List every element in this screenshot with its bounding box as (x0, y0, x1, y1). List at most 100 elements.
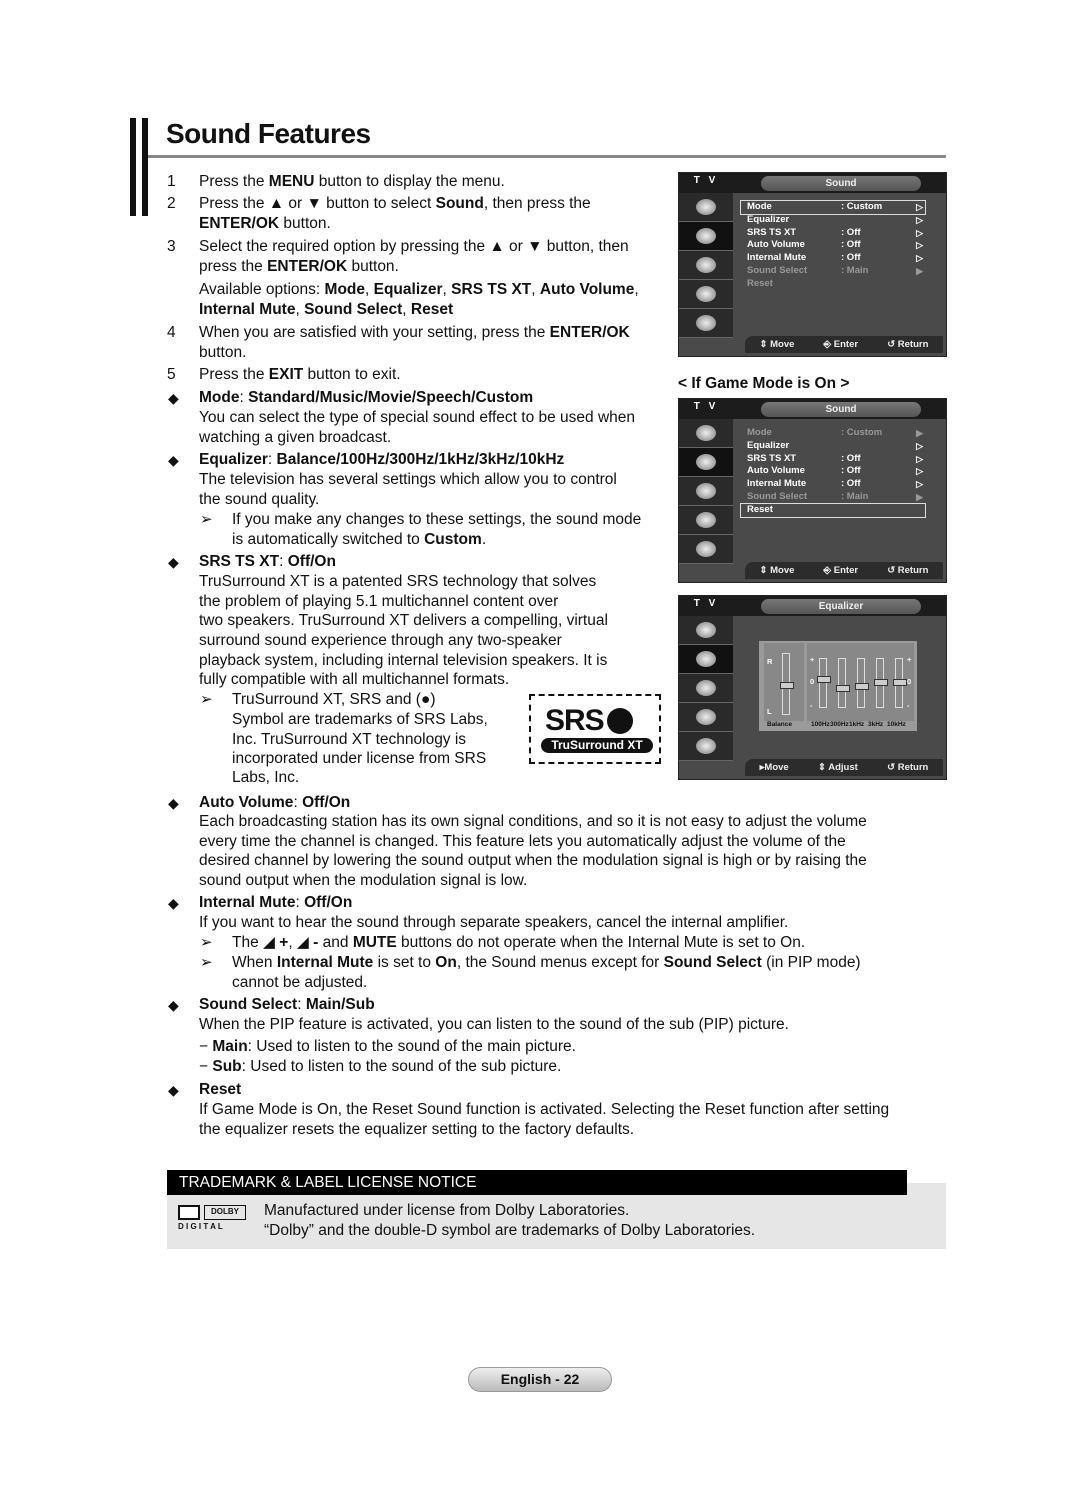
section-heading: Auto Volume: Off/On (199, 794, 351, 811)
sidebar-setup-icon (679, 703, 733, 732)
slider-knob (874, 678, 888, 686)
menu-item-label: Reset (747, 503, 773, 515)
menu-item-value: : Off (841, 452, 861, 464)
section-text: surround sound experience through any tw… (199, 632, 562, 649)
section-text: fully compatible with all multichannel f… (199, 671, 510, 688)
section-heading: Equalizer: Balance/100Hz/300Hz/1kHz/3kHz… (199, 451, 565, 468)
balance-label: Balance (767, 721, 792, 728)
bullet-diamond-icon: ◆ (168, 452, 179, 468)
note-arrow-icon: ➢ (200, 954, 213, 971)
section-text: TruSurround XT is a patented SRS technol… (199, 573, 597, 590)
bullet-diamond-icon: ◆ (168, 390, 179, 406)
slider-knob (780, 682, 794, 689)
footer-hint: ↺ Return (887, 339, 929, 350)
arrow-right-icon: ▶ (916, 265, 923, 276)
plus-label: + (907, 655, 912, 664)
sidebar-setup-icon (679, 280, 733, 309)
band-slider (874, 658, 888, 708)
menu-footer: ▸Move ⇕ Adjust ↺ Return (745, 759, 943, 776)
menu-item-label: Sound Select (747, 264, 808, 276)
plus-label: + (810, 655, 815, 664)
menu-item-label: Sound Select (747, 490, 808, 502)
manual-page: Sound Features 1 Press the MENU button to… (0, 0, 1080, 1486)
menu-sidebar (679, 419, 733, 564)
menu-item-value: : Off (841, 239, 861, 251)
section-text: the equalizer resets the equalizer setti… (199, 1121, 635, 1138)
bands-group: + 0 - + 0 - (807, 643, 914, 721)
bullet-diamond-icon: ◆ (168, 554, 179, 570)
arrow-right-icon: ▷ (916, 453, 923, 464)
slider-knob (817, 675, 831, 683)
notice-line: Manufactured under license from Dolby La… (264, 1202, 630, 1219)
note-text: If you make any changes to these setting… (232, 511, 642, 528)
tv-menu-screenshot: T V Sound Mode: Custom ▷ Equalizer ▷ SRS TS … (678, 172, 947, 357)
menu-item-label: Equalizer (747, 213, 790, 225)
section-text: every time the channel is changed. This … (199, 833, 846, 850)
section-text: desired channel by lowering the sound ou… (199, 852, 867, 869)
menu-item-value: : Main (841, 264, 869, 276)
section-text: − Main: Used to listen to the sound of t… (199, 1038, 576, 1055)
step-number: 3 (167, 238, 176, 255)
sidebar-sound-icon (679, 448, 733, 477)
menu-item: Sound Select : Main ▶ (741, 265, 925, 278)
menu-item-value: : Off (841, 478, 861, 490)
arrow-right-icon: ▷ (916, 479, 923, 490)
tv-menu-screenshot: T V Sound Mode: Custom ▶ Equalizer ▷ SRS TS … (678, 398, 947, 583)
menu-footer: ⇕ Move ⎆ Enter ↺ Return (745, 336, 943, 353)
menu-item-label: Mode (747, 427, 772, 438)
band-label: 300Hz (830, 721, 849, 728)
menu-item-label: SRS TS XT (747, 226, 797, 238)
margin-bar (142, 118, 148, 216)
arrow-right-icon: ▷ (916, 227, 923, 238)
menu-footer: ⇕ Move ⎆ Enter ↺ Return (745, 562, 943, 579)
menu-sidebar (679, 616, 733, 761)
menu-item-value: : Off (841, 465, 861, 477)
note-text: cannot be adjusted. (232, 974, 368, 991)
arrow-right-icon: ▷ (916, 440, 923, 451)
menu-item: Reset (740, 502, 926, 518)
menu-item-label: Internal Mute (747, 252, 807, 264)
menu-item: SRS TS XT: Off ▷ (741, 227, 925, 240)
step-text: Internal Mute, Sound Select, Reset (199, 301, 454, 318)
footer-hint: ↺ Return (887, 565, 929, 576)
section-text: − Sub: Used to listen to the sound of th… (199, 1058, 562, 1075)
sidebar-picture-icon (679, 419, 733, 448)
tv-menu-screenshot: T V Equalizer R L + 0 - + 0 - Balance 10… (678, 595, 947, 780)
menu-items: Mode: Custom ▷ Equalizer ▷ SRS TS XT: Off ▷ Au… (740, 200, 926, 291)
step-number: 1 (167, 173, 176, 190)
step-text: Press the MENU button to display the men… (199, 173, 505, 190)
step-text: Available options: Mode, Equalizer, SRS … (199, 281, 639, 298)
footer-hint: ▸Move (759, 762, 789, 773)
slider-knob (855, 682, 869, 690)
menu-item: SRS TS XT: Off ▷ (741, 453, 925, 466)
section-text: watching a given broadcast. (199, 429, 392, 446)
section-text: If Game Mode is On, the Reset Sound func… (199, 1101, 890, 1118)
sidebar-input-icon (679, 309, 733, 338)
menu-item-label: Reset (747, 277, 773, 289)
band-slider (855, 658, 869, 708)
section-text: When the PIP feature is activated, you c… (199, 1016, 789, 1033)
notice-heading: TRADEMARK & LABEL LICENSE NOTICE (167, 1170, 907, 1195)
game-mode-label: < If Game Mode is On > (678, 375, 850, 392)
srs-circle-icon (607, 708, 633, 734)
arrow-right-icon: ▷ (916, 240, 923, 251)
menu-item-label: Equalizer (747, 439, 790, 451)
band-slider (817, 658, 831, 708)
srs-logo-text: SRS (545, 704, 605, 737)
dolby-digital-text: D I G I T A L (178, 1222, 223, 1231)
sidebar-picture-icon (679, 616, 733, 645)
page-title: Sound Features (166, 118, 371, 149)
arrow-right-icon: ▷ (916, 253, 923, 264)
step-text: Press the EXIT button to exit. (199, 366, 401, 383)
slider-knob (836, 685, 850, 693)
menu-item: Auto Volume: Off ▷ (741, 239, 925, 252)
note-text: Symbol are trademarks of SRS Labs, (232, 711, 488, 728)
section-heading: SRS TS XT: Off/On (199, 553, 336, 570)
section-text: playback system, including internal tele… (199, 652, 608, 669)
menu-item-value: : Main (841, 490, 869, 502)
footer-hint: ⎆ Enter (823, 339, 859, 350)
band-label: 10kHz (887, 721, 906, 728)
menu-items: Mode: Custom ▶ Equalizer ▷ SRS TS XT: Off ▷ Au… (740, 427, 926, 518)
note-text: TruSurround XT, SRS and (●) (232, 691, 436, 708)
menu-item: Internal Mute: Off ▷ (741, 252, 925, 265)
